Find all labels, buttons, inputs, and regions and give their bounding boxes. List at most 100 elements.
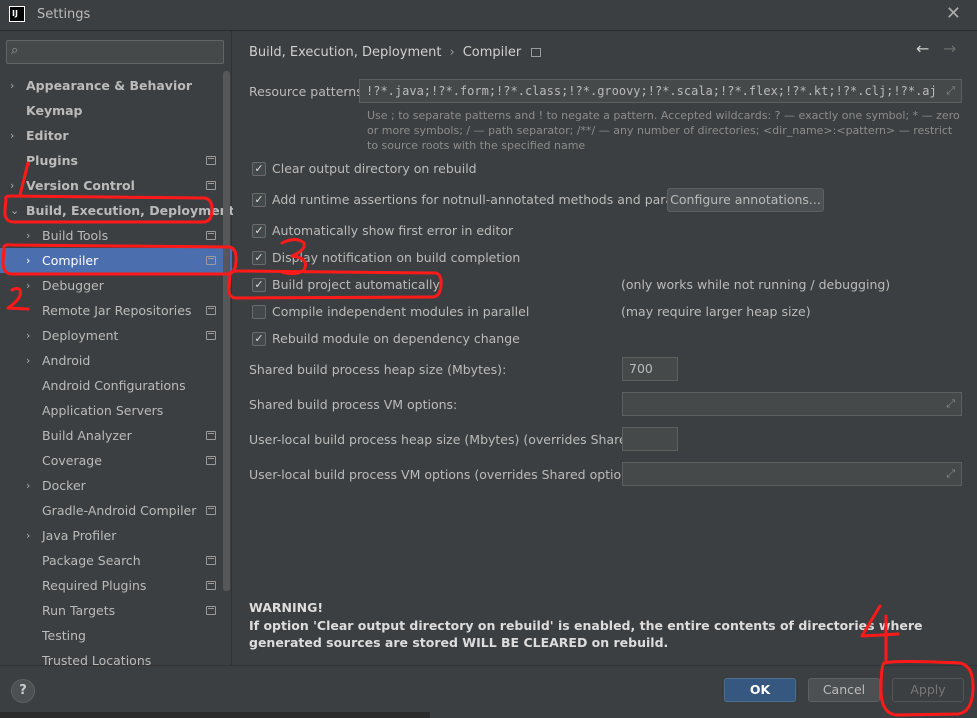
search-input[interactable] xyxy=(31,43,221,61)
warning-title: WARNING! xyxy=(249,600,324,615)
chevron-right-icon[interactable]: › xyxy=(26,348,30,373)
sidebar-item-build-execution-deployment[interactable]: ⌄ Build, Execution, Deployment xyxy=(0,198,235,223)
help-icon[interactable]: ? xyxy=(11,679,35,703)
sidebar-item-android[interactable]: › Android xyxy=(0,348,232,373)
sidebar-item-label: Deployment xyxy=(42,328,119,343)
checkbox-label: Compile independent modules in parallel xyxy=(272,304,530,319)
sidebar-item-run-targets[interactable]: Run Targets xyxy=(0,598,232,623)
sidebar-item-label: Application Servers xyxy=(42,403,164,418)
checkbox[interactable]: ✓ xyxy=(252,162,266,176)
sidebar-item-label: Build, Execution, Deployment xyxy=(26,203,235,218)
chevron-right-icon[interactable]: › xyxy=(26,473,30,498)
sidebar-item-label: Remote Jar Repositories xyxy=(42,303,192,318)
checkbox[interactable]: ✓ xyxy=(252,278,266,292)
sidebar-item-label: Package Search xyxy=(42,553,141,568)
apply-button[interactable]: Apply xyxy=(892,678,964,702)
checkbox-label: Clear output directory on rebuild xyxy=(272,161,477,176)
sidebar-item-compiler[interactable]: › Compiler xyxy=(0,248,232,273)
taskbar-strip xyxy=(0,712,430,718)
expand-icon[interactable]: ⤢ xyxy=(946,463,955,485)
checkbox-label: Build project automatically xyxy=(272,277,440,292)
option-note: (may require larger heap size) xyxy=(621,304,811,319)
sidebar-item-editor[interactable]: › Editor xyxy=(0,123,232,148)
sidebar-item-build-analyzer[interactable]: Build Analyzer xyxy=(0,423,232,448)
search-box[interactable]: ⌕ xyxy=(6,40,224,64)
sidebar-item-label: Android xyxy=(42,353,91,368)
project-scope-icon xyxy=(206,231,216,240)
sidebar-item-coverage[interactable]: Coverage xyxy=(0,448,232,473)
shared-vm-input[interactable]: ⤢ xyxy=(622,392,962,416)
sidebar-scrollbar[interactable] xyxy=(223,71,230,591)
local-heap-input[interactable] xyxy=(622,427,678,451)
breadcrumb: Build, Execution, Deployment › Compiler xyxy=(249,45,542,60)
local-vm-input[interactable]: ⤢ xyxy=(622,462,962,486)
sidebar-item-gradle-android-compiler[interactable]: Gradle-Android Compiler xyxy=(0,498,232,523)
sidebar-item-label: Android Configurations xyxy=(42,378,186,393)
project-scope-icon xyxy=(206,181,216,190)
sidebar-item-debugger[interactable]: › Debugger xyxy=(0,273,232,298)
chevron-right-icon[interactable]: › xyxy=(10,73,14,98)
chevron-right-icon[interactable]: › xyxy=(26,223,30,248)
sidebar-item-deployment[interactable]: › Deployment xyxy=(0,323,232,348)
shared-heap-input[interactable]: 700 xyxy=(622,357,678,381)
resource-patterns-input[interactable]: !?*.java;!?*.form;!?*.class;!?*.groovy;!… xyxy=(359,79,962,103)
sidebar-item-testing[interactable]: Testing xyxy=(0,623,232,648)
close-icon[interactable]: ✕ xyxy=(946,3,961,24)
sidebar-item-required-plugins[interactable]: Required Plugins xyxy=(0,573,232,598)
expand-icon[interactable]: ⤢ xyxy=(946,80,955,102)
project-scope-icon xyxy=(206,306,216,315)
sidebar-item-remote-jar-repositories[interactable]: Remote Jar Repositories xyxy=(0,298,232,323)
checkbox-label: Display notification on build completion xyxy=(272,250,521,265)
sidebar-item-label: Run Targets xyxy=(42,603,116,618)
sidebar-item-package-search[interactable]: Package Search xyxy=(0,548,232,573)
project-scope-icon xyxy=(206,431,216,440)
cancel-button[interactable]: Cancel xyxy=(808,678,880,702)
sidebar-item-label: Version Control xyxy=(26,178,135,193)
compiler-settings-panel: Build, Execution, Deployment › Compiler ← … xyxy=(233,31,977,665)
back-arrow-icon[interactable]: ← xyxy=(916,39,929,58)
chevron-down-icon[interactable]: ⌄ xyxy=(10,198,19,223)
sidebar-item-android-configurations[interactable]: Android Configurations xyxy=(0,373,232,398)
checkbox[interactable]: ✓ xyxy=(252,332,266,346)
forward-arrow-icon: → xyxy=(943,39,957,58)
breadcrumb-separator: › xyxy=(449,45,455,60)
sidebar-item-label: Plugins xyxy=(26,153,78,168)
sidebar-item-appearance-behavior[interactable]: › Appearance & Behavior xyxy=(0,73,232,98)
sidebar-item-version-control[interactable]: › Version Control xyxy=(0,173,232,198)
checkbox[interactable] xyxy=(252,305,266,319)
sidebar-item-java-profiler[interactable]: › Java Profiler xyxy=(0,523,232,548)
checkbox-label: Rebuild module on dependency change xyxy=(272,331,520,346)
chevron-right-icon[interactable]: › xyxy=(26,323,30,348)
dialog-footer: ? OK Cancel Apply xyxy=(0,665,977,718)
resource-patterns-label: Resource patterns: xyxy=(249,84,367,99)
checkbox-label: Add runtime assertions for notnull-annot… xyxy=(272,192,718,207)
sidebar-item-label: Java Profiler xyxy=(42,528,117,543)
configure-annotations-button[interactable]: Configure annotations... xyxy=(667,188,824,212)
ok-button[interactable]: OK xyxy=(724,678,796,702)
resource-patterns-hint: Use ; to separate patterns and ! to nega… xyxy=(367,109,960,152)
breadcrumb-parent[interactable]: Build, Execution, Deployment xyxy=(249,45,441,60)
breadcrumb-current: Compiler xyxy=(462,45,522,60)
sidebar-item-keymap[interactable]: Keymap xyxy=(0,98,232,123)
sidebar-item-label: Build Tools xyxy=(42,228,109,243)
chevron-right-icon[interactable]: › xyxy=(26,273,30,298)
sidebar-item-label: Compiler xyxy=(42,253,99,268)
chevron-right-icon[interactable]: › xyxy=(10,173,14,198)
chevron-right-icon[interactable]: › xyxy=(26,248,30,273)
sidebar-item-application-servers[interactable]: Application Servers xyxy=(0,398,232,423)
expand-icon[interactable]: ⤢ xyxy=(946,393,955,415)
sidebar-item-build-tools[interactable]: › Build Tools xyxy=(0,223,232,248)
sidebar-item-plugins[interactable]: Plugins xyxy=(0,148,232,173)
sidebar-item-docker[interactable]: › Docker xyxy=(0,473,232,498)
project-scope-icon xyxy=(206,556,216,565)
checkbox[interactable]: ✓ xyxy=(252,224,266,238)
checkbox[interactable]: ✓ xyxy=(252,193,266,207)
chevron-right-icon[interactable]: › xyxy=(10,123,14,148)
local-heap-label: User-local build process heap size (Mbyt… xyxy=(249,432,672,447)
checkbox[interactable]: ✓ xyxy=(252,251,266,265)
sidebar-item-label: Appearance & Behavior xyxy=(26,78,192,93)
project-scope-icon xyxy=(531,48,542,57)
project-scope-icon xyxy=(206,606,216,615)
chevron-right-icon[interactable]: › xyxy=(26,523,30,548)
project-scope-icon xyxy=(206,506,216,515)
